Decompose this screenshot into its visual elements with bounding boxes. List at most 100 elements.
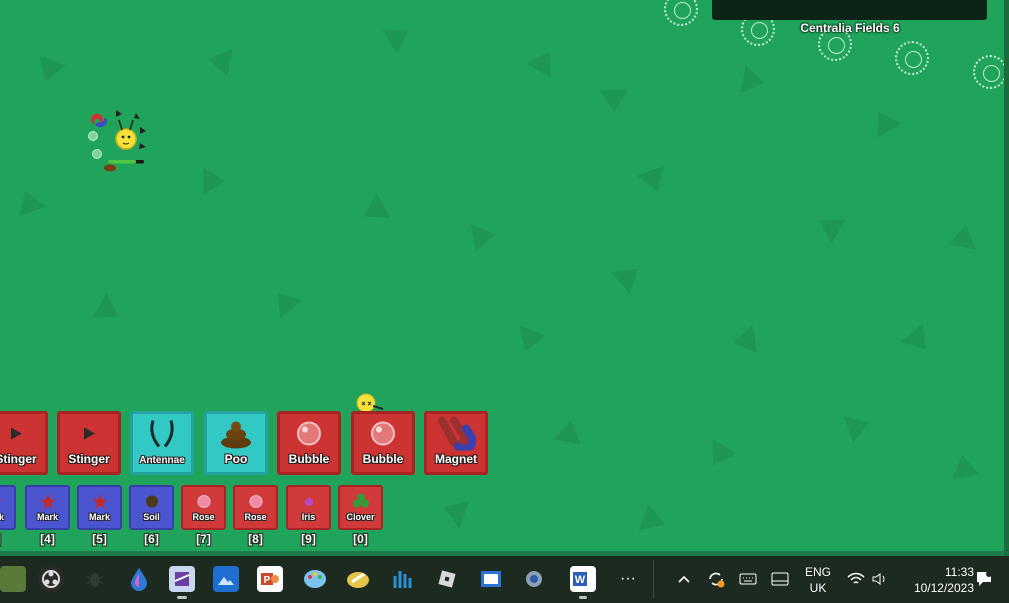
ground-pattern [730, 325, 758, 357]
slot-label: Clover [346, 512, 375, 522]
svg-text:P: P [264, 575, 271, 586]
ground-pattern [901, 323, 937, 359]
minecraft-icon[interactable] [0, 566, 26, 592]
ground-pattern [740, 65, 768, 97]
paint-drop-icon[interactable] [126, 566, 152, 592]
ground-pattern [266, 283, 302, 319]
active-app-indicator [177, 596, 187, 599]
keyboard-icon[interactable] [735, 566, 761, 592]
spider-web [664, 0, 698, 26]
ground-pattern [438, 494, 470, 528]
paint-icon[interactable] [302, 566, 328, 592]
ground-pattern [12, 185, 46, 217]
hotbar-slot-stinger[interactable]: Stinger [0, 411, 48, 475]
secondary-slot-soil[interactable]: Soil [129, 485, 174, 530]
secondary-slot-mark[interactable]: Mark [0, 485, 16, 530]
more-apps-button[interactable]: ··· [615, 566, 641, 592]
active-app-indicator [579, 596, 587, 599]
clock-time[interactable]: 11:33 [898, 565, 974, 579]
ground-pattern [382, 18, 416, 54]
zone-name: Centralia Fields 6 [800, 21, 900, 35]
slot-label: Stinger [0, 452, 37, 466]
slot-keybind: [9] [301, 532, 316, 546]
chevron-up-icon[interactable] [671, 566, 697, 592]
slot-keybind: [5] [92, 532, 107, 546]
obs-icon[interactable] [38, 566, 64, 592]
input-language[interactable]: ENG [800, 565, 836, 579]
slot-label: Rose [192, 512, 215, 522]
sync-icon[interactable] [703, 566, 729, 592]
ground-pattern [512, 325, 546, 357]
volume-icon[interactable] [867, 566, 893, 592]
notification-icon[interactable] [971, 566, 997, 592]
secondary-slot-rose[interactable]: Rose [233, 485, 278, 530]
tree-app-icon[interactable] [390, 566, 416, 592]
hotbar-slot-bubble[interactable]: Bubble [277, 411, 341, 475]
bug-icon[interactable] [82, 566, 108, 592]
ground-pattern [600, 90, 628, 112]
slot-label: Bubble [362, 452, 404, 466]
slot-label: Mark [36, 512, 58, 522]
word-icon[interactable]: W [570, 566, 596, 592]
ground-pattern [553, 417, 585, 445]
ground-pattern [611, 258, 647, 294]
svg-text:W: W [575, 574, 586, 586]
screenshot-tool-icon[interactable] [169, 566, 195, 592]
player-sprite [88, 110, 146, 172]
taskbar-divider [653, 560, 654, 599]
input-region[interactable]: UK [800, 581, 836, 595]
viewport-edge [1004, 0, 1009, 556]
window-app-icon[interactable] [478, 566, 504, 592]
ground-pattern [638, 504, 670, 538]
ground-pattern [357, 193, 391, 229]
roblox-icon[interactable] [434, 566, 460, 592]
hotbar-slot-antennae[interactable]: Antennae [130, 411, 194, 475]
ground-pattern [205, 45, 233, 77]
slot-keybind: [8] [248, 532, 263, 546]
ground-pattern [948, 222, 980, 250]
game-icon[interactable] [345, 566, 371, 592]
iris-icon [303, 495, 315, 513]
settings-icon[interactable] [521, 566, 547, 592]
slot-label: Soil [143, 512, 160, 522]
hotbar-slot-bubble[interactable]: Bubble [351, 411, 415, 475]
ground-pattern [843, 409, 875, 443]
antennae-icon [145, 419, 179, 454]
bubble-icon [296, 421, 322, 452]
player-bee [86, 105, 156, 180]
secondary-slot-iris[interactable]: Iris [286, 485, 331, 530]
tablet-mode-icon[interactable] [767, 566, 793, 592]
ground-pattern [948, 452, 980, 480]
photos-icon[interactable] [213, 566, 239, 592]
clock-date[interactable]: 10/12/2023 [898, 581, 974, 595]
stinger-icon [82, 427, 96, 446]
spider-web [973, 55, 1004, 89]
ground-pattern [32, 55, 66, 87]
slot-label: Stinger [68, 452, 110, 466]
slot-label: Mark [0, 512, 4, 522]
hotbar-slot-magnet[interactable]: Magnet [424, 411, 488, 475]
ground-pattern [470, 220, 498, 252]
slot-keybind: [4] [40, 532, 55, 546]
ground-pattern [812, 208, 846, 244]
wifi-icon[interactable] [843, 566, 869, 592]
secondary-slot-rose[interactable]: Rose [181, 485, 226, 530]
slot-label: Bubble [288, 452, 330, 466]
slot-keybind: [6] [144, 532, 159, 546]
ground-pattern [203, 167, 225, 195]
secondary-slot-clover[interactable]: Clover [338, 485, 383, 530]
spider-web [895, 41, 929, 75]
slot-label: Poo [224, 452, 248, 466]
stinger-icon [9, 427, 23, 446]
poo-icon [219, 419, 253, 454]
ground-pattern [92, 293, 126, 329]
hotbar-slot-stinger[interactable]: Stinger [57, 411, 121, 475]
powerpoint-icon[interactable]: P [257, 566, 283, 592]
secondary-slot-mark[interactable]: Mark [25, 485, 70, 530]
ground-pattern [866, 104, 902, 138]
ground-pattern [701, 439, 737, 473]
secondary-slot-mark[interactable]: Mark [77, 485, 122, 530]
slot-keybind: [7] [196, 532, 211, 546]
hotbar-slot-poo[interactable]: Poo [204, 411, 268, 475]
windows-taskbar: P W ··· ENG UK 11:33 10/12/2023 [0, 556, 1009, 603]
